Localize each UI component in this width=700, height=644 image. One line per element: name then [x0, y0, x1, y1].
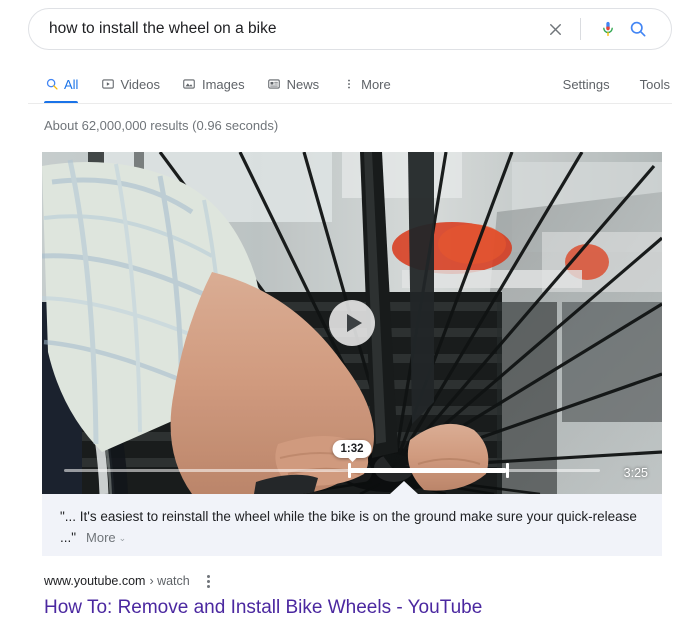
- play-icon: [346, 314, 362, 332]
- result-path: › watch: [149, 574, 190, 588]
- settings-button[interactable]: Settings: [563, 77, 610, 92]
- tab-label: Videos: [120, 76, 160, 92]
- result-title-link[interactable]: How To: Remove and Install Bike Wheels -…: [44, 595, 482, 621]
- search-icon[interactable]: [623, 14, 653, 44]
- segment-start-marker: [348, 463, 352, 478]
- tab-all[interactable]: All: [44, 66, 79, 104]
- tab-label: Images: [201, 76, 245, 92]
- video-icon: [100, 77, 115, 92]
- more-label: More: [86, 530, 116, 545]
- segment-end-marker: [506, 463, 510, 478]
- search-icon: [44, 77, 59, 92]
- tab-videos[interactable]: Videos: [100, 66, 160, 102]
- caption-more-button[interactable]: More ⌄: [86, 530, 126, 545]
- result-url-row: www.youtube.com › watch: [44, 572, 482, 590]
- image-icon: [182, 77, 197, 92]
- tab-label: More: [361, 76, 391, 92]
- result-stats: About 62,000,000 results (0.96 seconds): [44, 118, 279, 133]
- tab-images[interactable]: Images: [182, 66, 245, 102]
- result-menu-icon[interactable]: [202, 573, 216, 589]
- caption-text-wrap: "... It's easiest to reinstall the wheel…: [60, 506, 644, 549]
- divider: [580, 18, 581, 40]
- search-result: www.youtube.com › watch How To: Remove a…: [44, 572, 482, 621]
- tab-label: All: [64, 76, 79, 92]
- toolbar-actions: Settings Tools: [533, 66, 670, 102]
- video-result-card[interactable]: 1:32 3:25: [42, 152, 662, 494]
- microphone-icon[interactable]: [593, 14, 623, 44]
- caption-pointer-icon: [390, 481, 418, 494]
- search-tabs: All Videos Images News More Settings Too…: [0, 66, 700, 104]
- caption-text: "... It's easiest to reinstall the wheel…: [60, 509, 637, 545]
- tab-news[interactable]: News: [267, 66, 320, 102]
- result-domain: www.youtube.com: [44, 574, 146, 588]
- tab-label: News: [286, 76, 320, 92]
- search-box-actions: [540, 9, 671, 49]
- total-duration: 3:25: [623, 466, 648, 480]
- dot: [207, 579, 211, 583]
- video-caption-panel: "... It's easiest to reinstall the wheel…: [42, 494, 662, 556]
- tabs-list: All Videos Images News More: [44, 66, 413, 104]
- progress-bar[interactable]: [64, 463, 600, 478]
- dot: [207, 584, 211, 588]
- progress-segment: [348, 468, 507, 473]
- search-input[interactable]: [29, 9, 540, 49]
- tab-more[interactable]: More: [341, 66, 391, 102]
- chevron-down-icon: ⌄: [118, 533, 127, 543]
- play-button[interactable]: [329, 300, 375, 346]
- dot: [207, 574, 211, 578]
- kebab-icon: [341, 77, 356, 92]
- current-time-tooltip: 1:32: [332, 440, 372, 458]
- tabs-bottom-border: [28, 103, 672, 104]
- search-box[interactable]: [28, 8, 672, 50]
- video-progress-area: 1:32 3:25: [42, 424, 662, 494]
- close-icon[interactable]: [540, 14, 570, 44]
- news-icon: [267, 77, 282, 92]
- tools-button[interactable]: Tools: [640, 77, 670, 92]
